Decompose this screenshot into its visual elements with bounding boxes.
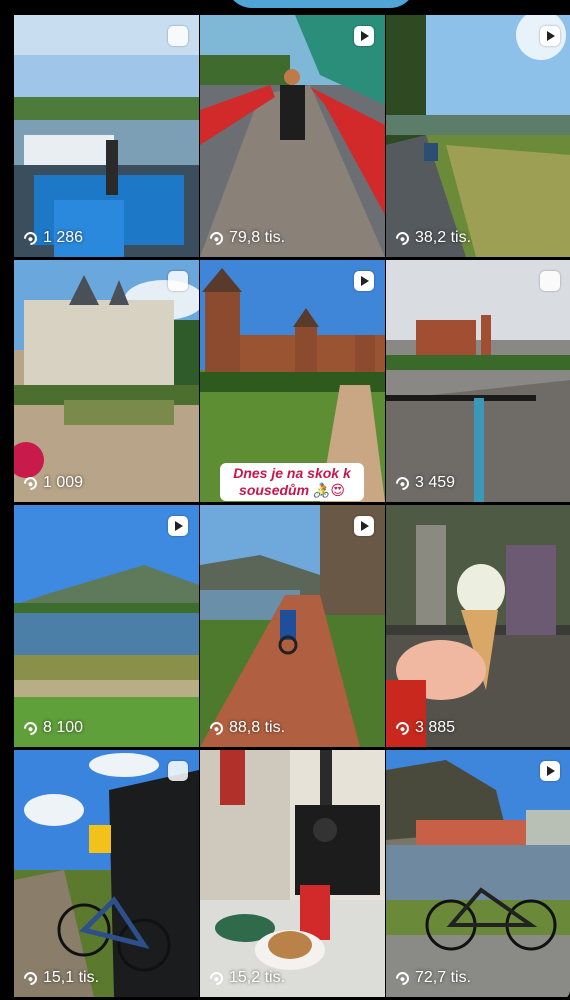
post-thumbnail	[14, 260, 199, 502]
post-thumbnail	[200, 15, 385, 257]
view-count: 72,7 tis.	[393, 968, 472, 988]
reel-icon	[354, 271, 374, 291]
carousel-icon	[540, 271, 560, 291]
view-count-value: 8 100	[43, 719, 84, 736]
view-count-value: 3 885	[415, 719, 456, 736]
post-tile-1[interactable]: 1 286	[14, 15, 199, 257]
eye-icon	[21, 718, 40, 738]
post-tile-5[interactable]: Dnes je na skok k sousedům 🚴😍	[200, 260, 385, 502]
view-count: 15,2 tis.	[207, 968, 286, 988]
post-thumbnail	[14, 750, 199, 997]
carousel-icon	[168, 761, 188, 781]
post-thumbnail	[14, 15, 199, 257]
eye-icon	[393, 228, 412, 248]
post-tile-11[interactable]: 15,2 tis.	[200, 750, 385, 997]
view-count-value: 1 286	[43, 229, 84, 246]
post-thumbnail	[386, 15, 570, 257]
post-thumbnail	[200, 505, 385, 747]
eye-icon	[21, 228, 40, 248]
eye-icon	[21, 968, 40, 988]
view-count-value: 15,1 tis.	[43, 969, 100, 986]
post-tile-12[interactable]: 72,7 tis.	[386, 750, 570, 997]
post-tile-2[interactable]: 79,8 tis.	[200, 15, 385, 257]
reel-icon	[540, 26, 560, 46]
reel-icon	[540, 761, 560, 781]
view-count-value: 72,7 tis.	[415, 969, 472, 986]
post-grid: 1 286 79,8 tis. 38,2 tis. 1 009 Dnes je …	[14, 15, 570, 1000]
post-thumbnail	[200, 750, 385, 997]
post-tile-7[interactable]: 8 100	[14, 505, 199, 747]
post-tile-3[interactable]: 38,2 tis.	[386, 15, 570, 257]
post-thumbnail	[14, 505, 199, 747]
dynamic-island	[226, 0, 416, 8]
post-tile-9[interactable]: 3 885	[386, 505, 570, 747]
view-count: 38,2 tis.	[393, 228, 472, 248]
eye-icon	[393, 473, 412, 493]
view-count-value: 79,8 tis.	[229, 229, 286, 246]
eye-icon	[207, 718, 226, 738]
post-tile-6[interactable]: 3 459	[386, 260, 570, 502]
reel-icon	[354, 516, 374, 536]
view-count: 3 885	[393, 718, 456, 738]
eye-icon	[207, 228, 226, 248]
view-count: 1 286	[21, 228, 84, 248]
eye-icon	[393, 718, 412, 738]
view-count-value: 1 009	[43, 474, 84, 491]
view-count: 88,8 tis.	[207, 718, 286, 738]
eye-icon	[21, 473, 40, 493]
post-tile-10[interactable]: 15,1 tis.	[14, 750, 199, 997]
view-count-value: 88,8 tis.	[229, 719, 286, 736]
view-count: 79,8 tis.	[207, 228, 286, 248]
view-count-value: 3 459	[415, 474, 456, 491]
view-count: 3 459	[393, 473, 456, 493]
reel-icon	[168, 516, 188, 536]
view-count: 8 100	[21, 718, 84, 738]
view-count-value: 38,2 tis.	[415, 229, 472, 246]
post-thumbnail	[386, 505, 570, 747]
view-count: 15,1 tis.	[21, 968, 100, 988]
carousel-icon	[168, 26, 188, 46]
caption-sticker: Dnes je na skok k sousedům 🚴😍	[220, 463, 364, 501]
view-count: 1 009	[21, 473, 84, 493]
post-tile-8[interactable]: 88,8 tis.	[200, 505, 385, 747]
eye-icon	[207, 968, 226, 988]
eye-icon	[393, 968, 412, 988]
post-thumbnail	[386, 750, 570, 997]
post-thumbnail	[386, 260, 570, 502]
post-tile-4[interactable]: 1 009	[14, 260, 199, 502]
profile-grid-screen: 1 286 79,8 tis. 38,2 tis. 1 009 Dnes je …	[0, 0, 570, 1000]
carousel-icon	[168, 271, 188, 291]
reel-icon	[354, 26, 374, 46]
view-count-value: 15,2 tis.	[229, 969, 286, 986]
